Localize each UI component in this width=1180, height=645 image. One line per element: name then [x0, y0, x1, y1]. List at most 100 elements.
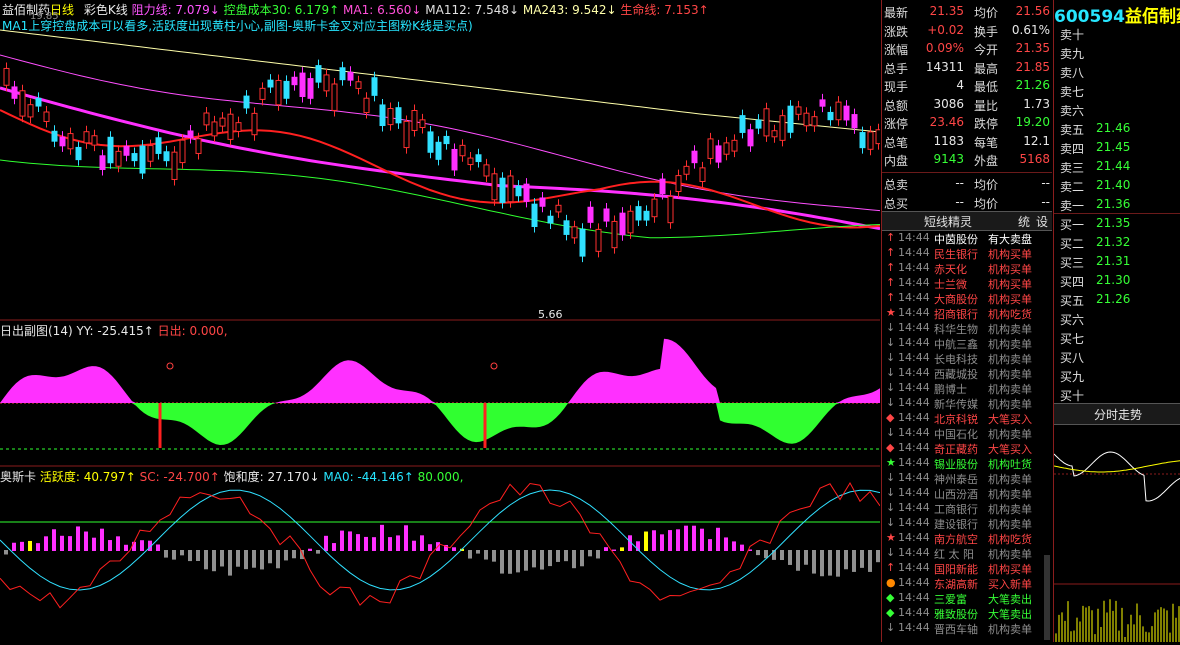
tick-arrow-icon: ◆	[886, 606, 895, 619]
tick-item[interactable]: ↓ 14:44 中国石化 机构卖单	[884, 425, 1050, 441]
tick-item[interactable]: ↑ 14:44 民生银行 机构买单	[884, 245, 1050, 261]
quote-label: 跌停	[974, 117, 999, 131]
sub2-bar	[500, 550, 504, 574]
candle-body	[155, 137, 162, 154]
candle-body	[459, 144, 466, 157]
tick-item[interactable]: ↑ 14:44 中茵股份 有大卖盘	[884, 230, 1050, 246]
quote-value: +0.02	[927, 22, 964, 37]
tick-arrow-icon: ●	[886, 576, 896, 589]
candle-body	[787, 105, 794, 133]
sub2-bar	[172, 550, 176, 560]
sub2-bar	[868, 550, 872, 572]
tick-item[interactable]: ↓ 14:44 西藏城投 机构卖单	[884, 365, 1050, 381]
tick-arrow-icon: ↓	[886, 396, 896, 409]
tab-short-elf[interactable]: 短线精灵	[924, 213, 972, 230]
candle-body	[667, 195, 674, 224]
sub2-hy: 活跃度: 40.797↑	[39, 470, 136, 484]
tick-item[interactable]: ↓ 14:44 工商银行 机构卖单	[884, 500, 1050, 516]
ob-label: 卖八	[1060, 66, 1085, 80]
sub2-bar	[708, 539, 712, 551]
tick-item[interactable]: ↓ 14:44 红 太 阳机构卖单	[884, 545, 1050, 561]
sub2-bar	[412, 540, 416, 551]
bid-row: 买六	[1054, 309, 1180, 328]
candle-body	[579, 228, 586, 257]
sub2-bar	[84, 531, 88, 551]
candle-body	[683, 165, 690, 175]
candle-body	[811, 116, 818, 127]
tick-item[interactable]: ↓ 14:44 山西汾酒 机构卖单	[884, 485, 1050, 501]
sub2-header: 奥斯卡 活跃度: 40.797↑ SC: -24.700↑ 饱和度: 27.17…	[0, 468, 463, 485]
tick-time: 14:44	[898, 351, 930, 364]
tick-item[interactable]: ◆ 14:44 三爱富 大笔卖出	[884, 590, 1050, 606]
kline-chart-svg[interactable]	[0, 0, 882, 642]
tick-item[interactable]: ↓ 14:44 晋西车轴 机构卖单	[884, 620, 1050, 636]
candle-body	[291, 76, 298, 86]
tick-item[interactable]: ↓ 14:44 科华生物 机构卖单	[884, 320, 1050, 336]
sub2-bar	[316, 550, 320, 554]
sub2-bar	[604, 547, 608, 551]
tick-item[interactable]: ◆ 14:44 奇正藏药 大笔买入	[884, 440, 1050, 456]
sub2-bar	[524, 550, 528, 571]
candle-body	[11, 86, 18, 99]
sub2-bar	[300, 550, 304, 560]
ob-label: 买九	[1060, 370, 1085, 384]
tab-settings[interactable]: 设	[1036, 213, 1048, 230]
tick-time: 14:44	[898, 456, 930, 469]
kline-chart-area[interactable]: 益佰制药日线 彩色K线 阻力线: 7.079↓ 控盘成本30: 6.179↑ M…	[0, 0, 882, 642]
ask-row: 卖八	[1054, 62, 1180, 81]
tick-item[interactable]: ★ 14:44 南方航空 机构吃货	[884, 530, 1050, 546]
tick-item[interactable]: ★ 14:44 锡业股份 机构吐货	[884, 455, 1050, 471]
intraday-chart[interactable]	[1054, 424, 1180, 642]
candle-body	[507, 175, 514, 203]
tick-item[interactable]: ↑ 14:44 大商股份 机构买单	[884, 290, 1050, 306]
tick-item[interactable]: ↓ 14:44 新华传媒 机构卖单	[884, 395, 1050, 411]
sub1-positive-area	[0, 338, 880, 403]
indicator-value-0: 阻力线: 7.079↓	[131, 3, 224, 17]
tick-arrow-icon: ↓	[886, 351, 896, 364]
tick-item[interactable]: ↓ 14:44 鹏博士 机构卖单	[884, 380, 1050, 396]
quote-row: 总额 3086 量比 1.73	[882, 96, 1052, 114]
sub2-name: 奥斯卡	[0, 470, 37, 484]
sub2-bar	[508, 550, 512, 574]
tick-time: 14:44	[898, 231, 930, 244]
tick-time: 14:44	[898, 321, 930, 334]
quote-value: 21.35	[1015, 41, 1050, 55]
tick-item[interactable]: ● 14:44 东湖高新 买入新单	[884, 575, 1050, 591]
sub2-bar	[100, 528, 104, 551]
tick-item[interactable]: ↑ 14:44 士兰微 机构买单	[884, 275, 1050, 291]
sub2-bar	[812, 550, 816, 574]
intraday-title-bar[interactable]: 分时走势	[1054, 403, 1180, 425]
sub2-bar	[804, 550, 808, 565]
tick-item[interactable]: ↓ 14:44 中航三鑫 机构卖单	[884, 335, 1050, 351]
tick-item[interactable]: ◆ 14:44 北京科锐 大笔买入	[884, 410, 1050, 426]
sub2-bar	[740, 544, 744, 551]
indicator-value-1: 控盘成本30: 6.179↑	[223, 3, 344, 17]
sub2-bar	[228, 550, 232, 576]
sub2-bar	[684, 525, 688, 551]
ob-price: 21.40	[1096, 178, 1131, 192]
tick-item[interactable]: ↓ 14:44 神州泰岳 机构卖单	[884, 470, 1050, 486]
short-elf-list[interactable]: ↑ 14:44 中茵股份 有大卖盘 ↑ 14:44 民生银行 机构买单 ↑ 14:44 赤天化 机构买…	[882, 230, 1052, 642]
tick-item[interactable]: ↓ 14:44 建设银行 机构卖单	[884, 515, 1050, 531]
tick-arrow-icon: ↓	[886, 516, 896, 529]
ask-row: 卖四 21.45	[1054, 138, 1180, 157]
tick-time: 14:44	[898, 516, 930, 529]
tick-item[interactable]: ↑ 14:44 国阳新能 机构买单	[884, 560, 1050, 576]
tick-item[interactable]: ◆ 14:44 雅致股份 大笔卖出	[884, 605, 1050, 621]
sub2-bar	[140, 540, 144, 551]
quote-label: 换手	[974, 24, 999, 39]
tick-arrow-icon: ↓	[886, 381, 896, 394]
tick-item[interactable]: ★ 14:44 招商银行 机构吃货	[884, 305, 1050, 321]
tick-arrow-icon: ↓	[886, 486, 896, 499]
sub2-bar	[356, 534, 360, 551]
tick-item[interactable]: ↓ 14:44 长电科技 机构卖单	[884, 350, 1050, 366]
ask-row: 卖二 21.40	[1054, 176, 1180, 195]
tick-list-scrollbar[interactable]	[1044, 555, 1050, 640]
candle-body	[627, 210, 634, 234]
sub2-bar	[660, 534, 664, 551]
tick-item[interactable]: ↑ 14:44 赤天化 机构买单	[884, 260, 1050, 276]
tick-arrow-icon: ↓	[886, 471, 896, 484]
candle-body	[267, 79, 274, 88]
quote-value: 21.85	[1015, 59, 1050, 74]
tab-stats[interactable]: 统	[1018, 213, 1030, 230]
